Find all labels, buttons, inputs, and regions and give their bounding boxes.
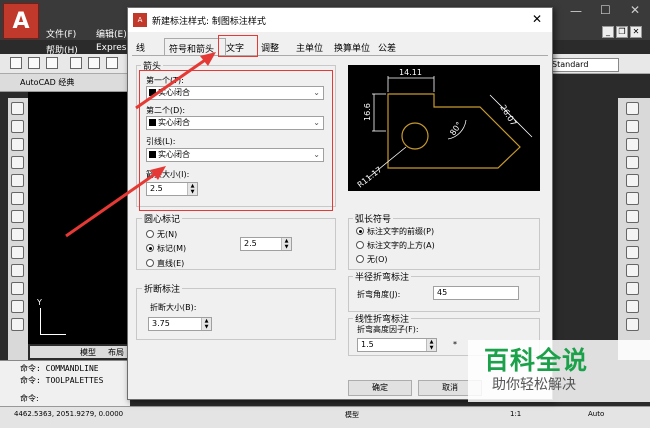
arrow-to-tab [135,56,209,110]
arrowhead-box-icon [150,166,166,180]
watermark-subtitle: 助你轻松解决 [492,377,576,393]
watermark-title: 百科全说 [484,346,589,375]
arrow-to-arrows-box [65,170,159,238]
arrowhead-tab-icon [200,52,216,66]
